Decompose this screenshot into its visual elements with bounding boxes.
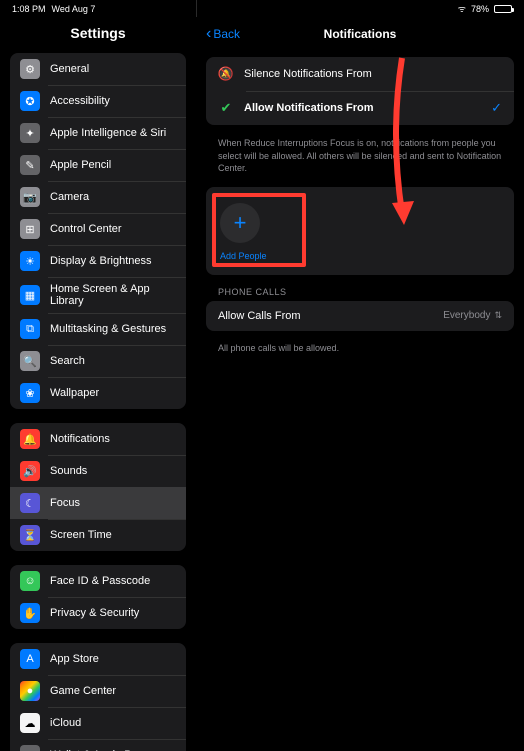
allow-calls-row[interactable]: Allow Calls From Everybody ⇅ [206,301,514,331]
sidebar-item-label: Privacy & Security [50,607,139,619]
display-brightness-icon: ☀ [20,251,40,271]
wallpaper-icon: ❀ [20,383,40,403]
sidebar-title: Settings [10,17,186,53]
status-date: Wed Aug 7 [52,4,96,14]
sidebar-item-label: Accessibility [50,95,110,107]
sidebar-item-face-id-passcode[interactable]: ☺ Face ID & Passcode [10,565,186,597]
option-label: Allow Notifications From [244,102,374,114]
sidebar-item-label: Camera [50,191,89,203]
sidebar-item-label: Focus [50,497,80,509]
settings-sidebar: Settings ⚙ General ✪ Accessibility ✦ Apple In… [0,17,196,751]
sidebar-item-label: App Store [50,653,99,665]
notifications-icon: 🔔 [20,429,40,449]
control-center-icon: ⊞ [20,219,40,239]
sidebar-item-wallet-apple-pay[interactable]: 💳Wallet & Apple Pay [10,739,186,751]
status-left: 1:08 PM Wed Aug 7 [12,4,95,14]
calls-note: All phone calls will be allowed. [206,337,514,359]
add-people-label: Add People [220,251,500,261]
status-time: 1:08 PM [12,4,46,14]
phone-calls-header: PHONE CALLS [206,275,514,301]
sidebar-item-game-center[interactable]: ● Game Center [10,675,186,707]
sidebar-item-sounds[interactable]: 🔊 Sounds [10,455,186,487]
game-center-icon: ● [20,681,40,701]
sidebar-item-label: Wallpaper [50,387,99,399]
plus-icon: + [234,210,247,236]
sidebar-item-focus[interactable]: ☾ Focus [10,487,186,519]
sidebar-item-apple-intelligence-siri[interactable]: ✦ Apple Intelligence & Siri [10,117,186,149]
status-bar: 1:08 PM Wed Aug 7 ᯤ 78% [0,0,524,17]
accessibility-icon: ✪ [20,91,40,111]
sidebar-item-label: Game Center [50,685,116,697]
add-people-button[interactable]: + [220,203,260,243]
sidebar-item-label: Multitasking & Gestures [50,323,166,335]
help-text: When Reduce Interruptions Focus is on, n… [206,131,514,187]
sidebar-item-display-brightness[interactable]: ☀ Display & Brightness [10,245,186,277]
sidebar-item-app-store[interactable]: A App Store [10,643,186,675]
battery-icon [494,5,512,13]
back-button[interactable]: ‹ Back [206,25,240,43]
sidebar-item-camera[interactable]: 📷 Camera [10,181,186,213]
apple-pencil-icon: ✎ [20,155,40,175]
sidebar-item-icloud[interactable]: ☁ iCloud [10,707,186,739]
face-id-passcode-icon: ☺ [20,571,40,591]
phone-calls-group: Allow Calls From Everybody ⇅ [206,301,514,331]
add-people-card: + Add People [206,187,514,275]
notification-options-group: 🔕 Silence Notifications From ✔ Allow Notifi… [206,57,514,125]
detail-title: Notifications [196,27,524,41]
allow-calls-value: Everybody ⇅ [443,310,502,321]
home-screen-app-library-icon: ▦ [20,285,40,305]
sidebar-item-general[interactable]: ⚙ General [10,53,186,85]
status-right: ᯤ 78% [458,2,512,15]
sidebar-item-search[interactable]: 🔍 Search [10,345,186,377]
sidebar-item-label: Notifications [50,433,110,445]
chevron-left-icon: ‹ [206,25,211,43]
sidebar-item-label: General [50,63,89,75]
option-row-allow-notifications-from[interactable]: ✔ Allow Notifications From ✓ [206,91,514,125]
detail-header: ‹ Back Notifications [206,17,514,57]
sidebar-item-label: Home Screen & App Library [50,283,176,307]
sidebar-item-label: Sounds [50,465,87,477]
sidebar-item-home-screen-app-library[interactable]: ▦ Home Screen & App Library [10,277,186,313]
sidebar-item-label: Display & Brightness [50,255,152,267]
sidebar-item-screen-time[interactable]: ⏳ Screen Time [10,519,186,551]
sidebar-item-control-center[interactable]: ⊞ Control Center [10,213,186,245]
multitasking-gestures-icon: ⧉ [20,319,40,339]
app-store-icon: A [20,649,40,669]
sidebar-item-label: Screen Time [50,529,112,541]
detail-pane: ‹ Back Notifications 🔕 Silence Notificati… [196,17,524,751]
option-icon: 🔕 [218,66,234,82]
sidebar-item-apple-pencil[interactable]: ✎ Apple Pencil [10,149,186,181]
icloud-icon: ☁ [20,713,40,733]
option-row-silence-notifications-from[interactable]: 🔕 Silence Notifications From [206,57,514,91]
updown-icon: ⇅ [494,310,502,321]
focus-icon: ☾ [20,493,40,513]
general-icon: ⚙ [20,59,40,79]
sidebar-item-label: Apple Intelligence & Siri [50,127,166,139]
screen-time-icon: ⏳ [20,525,40,545]
camera-icon: 📷 [20,187,40,207]
sidebar-item-wallpaper[interactable]: ❀ Wallpaper [10,377,186,409]
sidebar-item-label: Apple Pencil [50,159,111,171]
wallet-apple-pay-icon: 💳 [20,745,40,751]
sidebar-item-multitasking-gestures[interactable]: ⧉ Multitasking & Gestures [10,313,186,345]
option-label: Silence Notifications From [244,68,372,80]
sidebar-item-privacy-security[interactable]: ✋ Privacy & Security [10,597,186,629]
option-icon: ✔ [218,100,234,116]
sidebar-item-notifications[interactable]: 🔔 Notifications [10,423,186,455]
privacy-security-icon: ✋ [20,603,40,623]
battery-pct: 78% [471,4,489,14]
sidebar-item-accessibility[interactable]: ✪ Accessibility [10,85,186,117]
sidebar-item-label: Control Center [50,223,122,235]
sidebar-item-label: Face ID & Passcode [50,575,150,587]
back-label: Back [213,27,240,41]
sounds-icon: 🔊 [20,461,40,481]
checkmark-icon: ✓ [491,100,502,116]
search-icon: 🔍 [20,351,40,371]
apple-intelligence-siri-icon: ✦ [20,123,40,143]
wifi-icon: ᯤ [458,2,466,15]
sidebar-item-label: iCloud [50,717,81,729]
allow-calls-label: Allow Calls From [218,310,301,322]
sidebar-item-label: Search [50,355,85,367]
